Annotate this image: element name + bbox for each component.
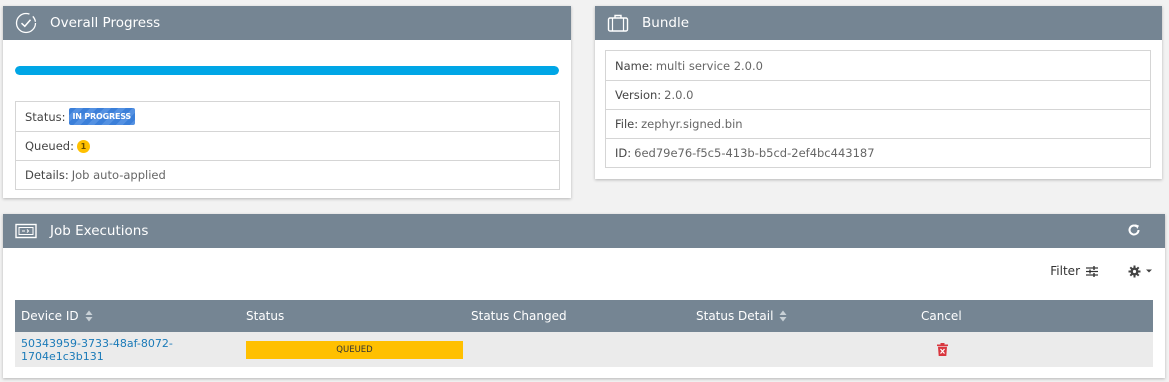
column-status-detail[interactable]: Status Detail: [690, 309, 915, 323]
cancel-cell: [915, 343, 1153, 356]
column-device-id-label: Device ID: [21, 309, 79, 323]
job-executions-grid: Device ID Status Status Changed Status D…: [15, 300, 1153, 367]
column-status-changed-label: Status Changed: [471, 309, 567, 323]
queued-row: Queued: 1: [16, 131, 559, 160]
chevron-down-icon: [1146, 269, 1152, 273]
column-cancel-label: Cancel: [921, 309, 962, 323]
progress-info-table: Status: IN PROGRESS Queued: 1 Details: J…: [15, 101, 560, 190]
status-label: Status:: [25, 109, 66, 124]
bundle-file-value: zephyr.signed.bin: [641, 117, 743, 131]
bundle-header: Bundle: [595, 6, 1162, 40]
bundle-name-row: Name: multi service 2.0.0: [606, 51, 1150, 80]
job-executions-header: Job Executions: [3, 214, 1165, 248]
bundle-title: Bundle: [642, 15, 689, 31]
column-device-id[interactable]: Device ID: [15, 309, 240, 323]
sort-icon: [85, 310, 93, 322]
job-executions-panel: Job Executions Filter Device ID Status S…: [3, 214, 1165, 378]
refresh-icon[interactable]: [1127, 223, 1141, 237]
sort-icon: [779, 310, 787, 322]
bundle-id-row: ID: 6ed79e76-f5c5-413b-b5cd-2ef4bc443187: [606, 138, 1150, 167]
progress-bar: [15, 66, 559, 75]
column-status-changed: Status Changed: [465, 309, 690, 323]
trash-icon[interactable]: [937, 343, 948, 356]
progress-bar-fill: [15, 66, 559, 75]
filter-icon: [1086, 265, 1098, 277]
briefcase-icon: [607, 12, 629, 34]
settings-button[interactable]: [1128, 265, 1153, 278]
column-cancel: Cancel: [915, 309, 1153, 323]
details-row: Details: Job auto-applied: [16, 160, 559, 189]
bundle-id-value: 6ed79e76-f5c5-413b-b5cd-2ef4bc443187: [634, 146, 875, 160]
bundle-version-row: Version: 2.0.0: [606, 80, 1150, 109]
bundle-file-row: File: zephyr.signed.bin: [606, 109, 1150, 138]
job-executions-icon: [15, 220, 37, 242]
queued-count-badge: 1: [76, 139, 90, 153]
column-status: Status: [240, 309, 465, 323]
bundle-name-label: Name:: [615, 58, 653, 73]
queued-label: Queued:: [25, 139, 74, 153]
grid-toolbar: Filter: [1050, 264, 1153, 278]
status-row: Status: IN PROGRESS: [16, 102, 559, 131]
column-status-label: Status: [246, 309, 285, 323]
filter-button[interactable]: Filter: [1050, 264, 1098, 278]
device-id-link[interactable]: 50343959-3733-48af-8072-1704e1c3b131: [21, 337, 240, 363]
device-id-cell: 50343959-3733-48af-8072-1704e1c3b131: [15, 337, 240, 363]
table-row: 50343959-3733-48af-8072-1704e1c3b131 QUE…: [15, 332, 1153, 367]
status-cell: QUEUED: [240, 340, 465, 359]
gear-icon: [1128, 265, 1141, 277]
bundle-info-table: Name: multi service 2.0.0 Version: 2.0.0…: [605, 50, 1151, 168]
bundle-name-value: multi service 2.0.0: [655, 58, 763, 73]
check-circle-icon: [15, 12, 37, 34]
filter-label: Filter: [1050, 264, 1080, 278]
queued-status-badge: QUEUED: [246, 340, 463, 359]
overall-progress-title: Overall Progress: [50, 15, 161, 31]
details-value: Job auto-applied: [71, 168, 166, 182]
overall-progress-panel: Overall Progress Status: IN PROGRESS Que…: [3, 6, 571, 198]
bundle-panel: Bundle Name: multi service 2.0.0 Version…: [595, 6, 1162, 179]
overall-progress-header: Overall Progress: [3, 6, 571, 40]
job-executions-title: Job Executions: [50, 223, 149, 239]
column-status-detail-label: Status Detail: [696, 309, 774, 323]
grid-header-row: Device ID Status Status Changed Status D…: [15, 300, 1153, 332]
status-badge: IN PROGRESS: [68, 108, 135, 125]
details-label: Details:: [25, 168, 69, 182]
bundle-version-label: Version:: [615, 88, 662, 102]
bundle-id-label: ID:: [615, 146, 632, 160]
bundle-file-label: File:: [615, 117, 639, 131]
bundle-version-value: 2.0.0: [664, 88, 694, 102]
